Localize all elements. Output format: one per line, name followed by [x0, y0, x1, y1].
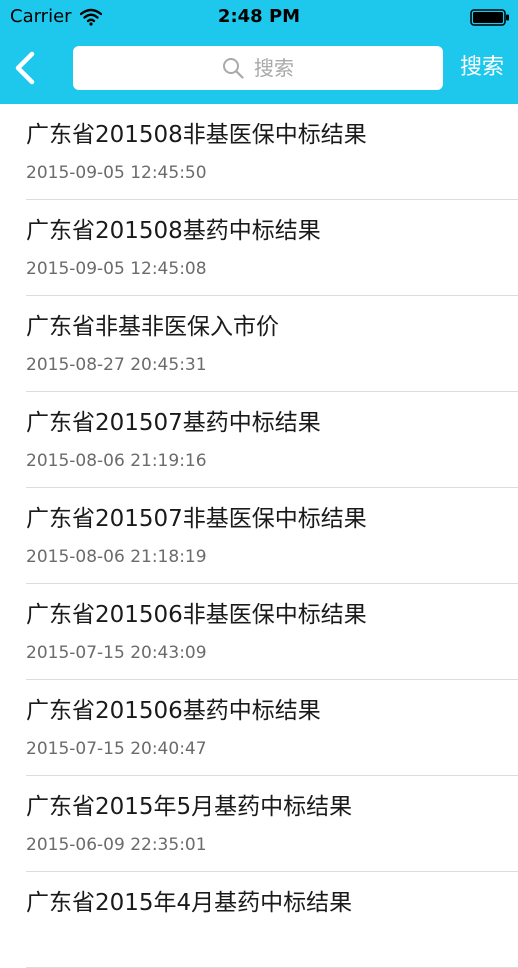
navigation-bar: 搜索 搜索: [0, 36, 518, 104]
clock-label: 2:48 PM: [217, 6, 301, 27]
list-item-date: 2015-09-05 12:45:50: [26, 163, 207, 183]
battery-icon: [470, 9, 509, 26]
list-item-date: 2015-06-09 22:35:01: [26, 835, 207, 855]
list-item-title: 广东省201506基药中标结果: [26, 698, 321, 724]
list-item-title: 广东省2015年4月基药中标结果: [26, 890, 353, 916]
list-item-title: 广东省201507非基医保中标结果: [26, 506, 367, 532]
list-item-title: 广东省201506非基医保中标结果: [26, 602, 367, 628]
list-item[interactable]: 广东省非基非医保入市价 2015-08-27 20:45:31: [26, 296, 518, 392]
list-item[interactable]: 广东省201507非基医保中标结果 2015-08-06 21:18:19: [26, 488, 518, 584]
list-item[interactable]: 广东省201506非基医保中标结果 2015-07-15 20:43:09: [26, 584, 518, 680]
list-item[interactable]: 广东省2015年4月基药中标结果: [26, 872, 518, 968]
list-item[interactable]: 广东省201506基药中标结果 2015-07-15 20:40:47: [26, 680, 518, 776]
back-button[interactable]: [8, 48, 46, 88]
list-item-title: 广东省201507基药中标结果: [26, 410, 321, 436]
list-item-date: 2015-08-06 21:19:16: [26, 451, 207, 471]
list-item-title: 广东省非基非医保入市价: [26, 314, 279, 340]
list-item[interactable]: 广东省201507基药中标结果 2015-08-06 21:19:16: [26, 392, 518, 488]
list-item-title: 广东省201508非基医保中标结果: [26, 122, 367, 148]
search-button[interactable]: 搜索: [452, 50, 512, 86]
list-item[interactable]: 广东省201508基药中标结果 2015-09-05 12:45:08: [26, 200, 518, 296]
result-list: 广东省201508非基医保中标结果 2015-09-05 12:45:50 广东省2…: [0, 104, 518, 968]
search-icon: [223, 58, 244, 79]
list-item-date: 2015-08-27 20:45:31: [26, 355, 207, 375]
list-item-date: 2015-08-06 21:18:19: [26, 547, 207, 567]
top-bar: Carrier 2:48 PM 搜索 搜索: [0, 0, 518, 104]
list-item-title: 广东省2015年5月基药中标结果: [26, 794, 353, 820]
chevron-left-icon: [15, 51, 35, 85]
search-input-content: 搜索: [73, 46, 443, 90]
search-placeholder: 搜索: [254, 56, 294, 80]
status-bar: Carrier 2:48 PM: [0, 0, 518, 36]
search-input[interactable]: 搜索: [73, 46, 443, 90]
list-item-title: 广东省201508基药中标结果: [26, 218, 321, 244]
list-item-date: 2015-09-05 12:45:08: [26, 259, 207, 279]
list-item-date: 2015-07-15 20:40:47: [26, 739, 207, 759]
list-item-date: 2015-07-15 20:43:09: [26, 643, 207, 663]
list-item[interactable]: 广东省2015年5月基药中标结果 2015-06-09 22:35:01: [26, 776, 518, 872]
list-item[interactable]: 广东省201508非基医保中标结果 2015-09-05 12:45:50: [26, 104, 518, 200]
